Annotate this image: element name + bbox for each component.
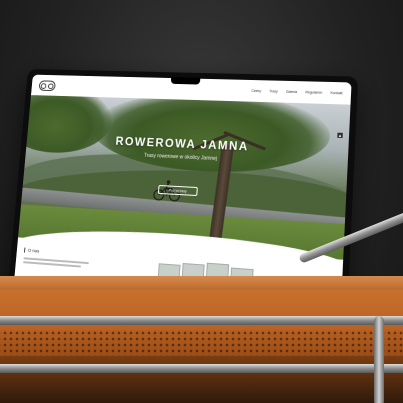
hero-section: ROWEROWA JAMNA Trasy rowerowe w okolicy … [18,95,351,260]
bicycle-logo-icon[interactable] [38,79,56,91]
nav-link-2[interactable]: Trasy [269,89,278,93]
nav-link-1[interactable]: Cztery [251,89,261,93]
metal-rail-upper [0,316,403,325]
metal-post-right [374,316,384,403]
nav-links: Cztery Trasy Galeria Regulamin Kontakt [251,89,343,95]
metal-rail-lower [0,364,403,373]
orange-rack [0,276,403,403]
chevron-up-icon[interactable]: ▲ [337,132,343,138]
rack-perforated-mesh [0,330,403,356]
nav-link-4[interactable]: Regulamin [305,90,322,94]
nav-link-5[interactable]: Kontakt [330,91,342,95]
about-title: O nas [24,247,40,254]
camera-notch [170,77,201,85]
nav-link-3[interactable]: Galeria [286,90,297,94]
device-mockup-scene: Cztery Trasy Galeria Regulamin Kontakt R… [0,0,403,403]
